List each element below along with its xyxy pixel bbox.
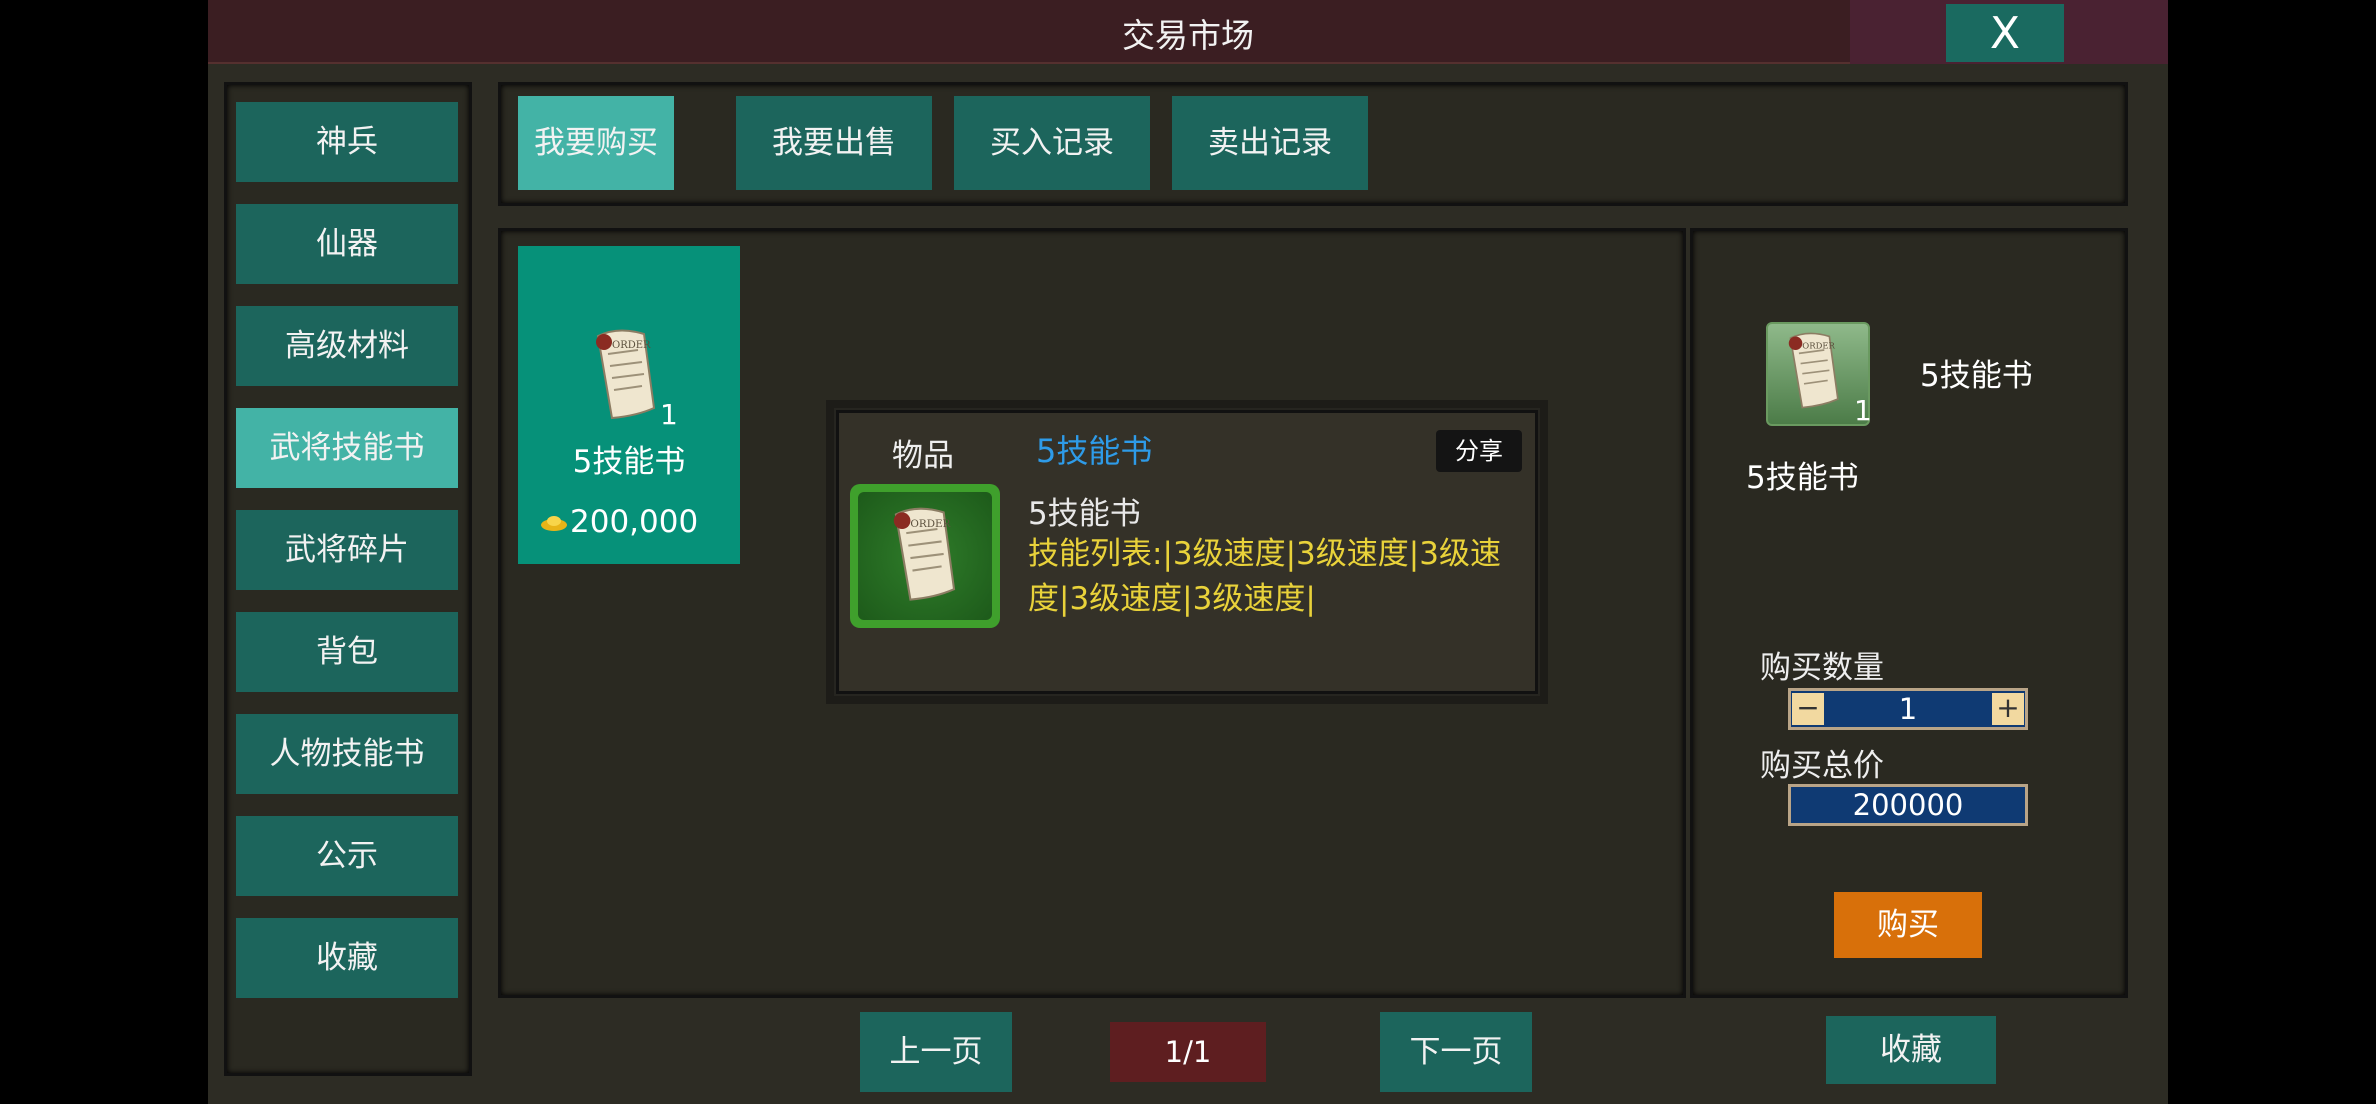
tooltip-item-title: 5技能书 bbox=[1036, 432, 1153, 470]
item-card-count: 1 bbox=[660, 398, 678, 431]
quantity-label: 购买数量 bbox=[1760, 650, 1884, 686]
detail-item-count: 1 bbox=[1854, 394, 1872, 427]
prev-page-button[interactable]: 上一页 bbox=[860, 1012, 1012, 1092]
quantity-value[interactable]: 1 bbox=[1830, 692, 1986, 726]
minus-button[interactable]: − bbox=[1792, 693, 1824, 725]
close-button[interactable]: X bbox=[1946, 4, 2064, 62]
sidebar-item-advanced-materials[interactable]: 高级材料 bbox=[236, 306, 458, 386]
tab-buy-records[interactable]: 买入记录 bbox=[954, 96, 1150, 190]
tab-buy[interactable]: 我要购买 bbox=[518, 96, 674, 190]
tooltip-description: 技能列表:|3级速度|3级速度|3级速度|3级速度|3级速度| bbox=[1028, 536, 1501, 617]
sidebar-item-general-skill-books[interactable]: 武将技能书 bbox=[236, 408, 458, 488]
sidebar-item-character-skill-books[interactable]: 人物技能书 bbox=[236, 714, 458, 794]
sidebar-item-notices[interactable]: 公示 bbox=[236, 816, 458, 896]
scroll-order-icon: ORDER bbox=[596, 329, 656, 420]
favorite-button[interactable]: 收藏 bbox=[1826, 1016, 1996, 1084]
svg-text:ORDER: ORDER bbox=[612, 340, 651, 351]
plus-button[interactable]: + bbox=[1992, 693, 2024, 725]
sidebar-item-shenbing[interactable]: 神兵 bbox=[236, 102, 458, 182]
sidebar-item-general-fragments[interactable]: 武将碎片 bbox=[236, 510, 458, 590]
detail-item-name: 5技能书 bbox=[1920, 358, 2033, 394]
total-price-label: 购买总价 bbox=[1760, 748, 1884, 784]
item-card-name: 5技能书 bbox=[572, 444, 686, 480]
tab-sell[interactable]: 我要出售 bbox=[736, 96, 932, 190]
sidebar-item-xianqi[interactable]: 仙器 bbox=[236, 204, 458, 284]
share-button[interactable]: 分享 bbox=[1436, 430, 1522, 472]
svg-text:ORDER: ORDER bbox=[910, 518, 951, 530]
svg-text:ORDER: ORDER bbox=[1802, 340, 1835, 350]
scroll-order-icon: ORDER bbox=[1788, 332, 1839, 409]
scroll-order-icon: ORDER bbox=[893, 507, 956, 601]
tooltip-label: 物品 bbox=[892, 438, 954, 474]
item-card-price: 200,000 bbox=[570, 504, 699, 540]
tooltip-item-name: 5技能书 bbox=[1028, 496, 1141, 532]
tab-sell-records[interactable]: 卖出记录 bbox=[1172, 96, 1368, 190]
gold-ingot-icon bbox=[541, 516, 567, 531]
window-title: 交易市场 bbox=[1122, 16, 1254, 55]
buy-button[interactable]: 购买 bbox=[1834, 892, 1982, 958]
total-price-field: 200000 bbox=[1788, 784, 2028, 826]
sidebar-item-backpack[interactable]: 背包 bbox=[236, 612, 458, 692]
item-detail-panel bbox=[1690, 228, 2128, 998]
next-page-button[interactable]: 下一页 bbox=[1380, 1012, 1532, 1092]
detail-item-subname: 5技能书 bbox=[1746, 460, 1859, 496]
page-indicator: 1/1 bbox=[1110, 1022, 1266, 1082]
sidebar-item-favorites[interactable]: 收藏 bbox=[236, 918, 458, 998]
